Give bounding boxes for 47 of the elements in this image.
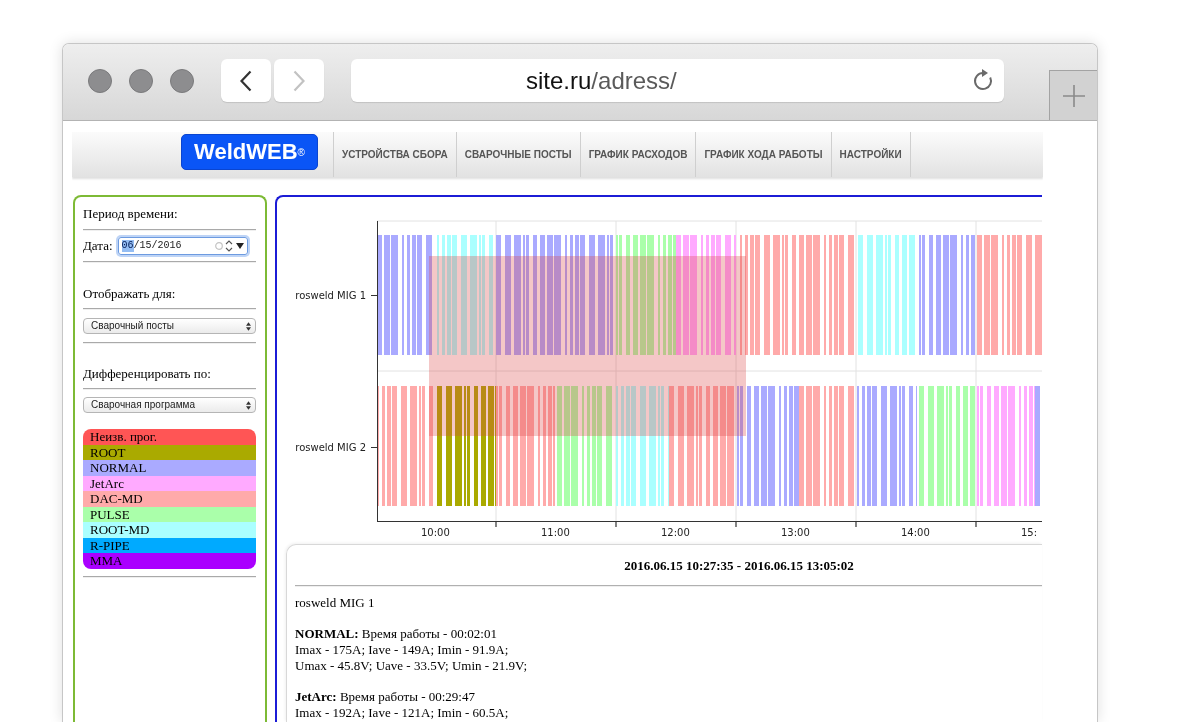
chevron-left-icon [240, 69, 252, 92]
nav-link[interactable]: НАСТРОЙКИ [831, 132, 911, 177]
legend-item: MMA [83, 553, 256, 569]
station-name: rosweld MIG 1 [295, 595, 376, 611]
row-label: rosweld MIG 1 [295, 290, 366, 301]
station-select[interactable]: Сварочный посты [83, 318, 256, 334]
interval-title: 2016.06.15 10:27:35 - 2016.06.15 13:05:02 [624, 558, 854, 573]
back-button[interactable] [221, 59, 271, 102]
section-title: Период времени: [83, 206, 179, 222]
plus-icon [1062, 84, 1085, 107]
date-segment[interactable]: /15/2016 [133, 240, 182, 252]
tick-label: 13:00 [781, 527, 810, 538]
window-button-icon[interactable] [170, 68, 194, 93]
stepper-icon[interactable] [224, 239, 233, 253]
tick-label: 11:00 [541, 527, 570, 538]
address-bar[interactable]: site.ru/adress/ [351, 59, 1004, 102]
nav-link[interactable]: ГРАФИК ХОДА РАБОТЫ [696, 132, 832, 177]
section-title: Отображать для: [83, 286, 177, 302]
legend-item: NORMAL [83, 460, 256, 476]
nav-link[interactable]: ГРАФИК РАСХОДОВ [580, 132, 697, 177]
legend-item: Неизв. прог. [83, 429, 256, 445]
reload-icon[interactable] [972, 68, 994, 93]
date-field[interactable]: 06/15/2016 [117, 237, 248, 255]
section-title: Дифференцировать по: [83, 366, 212, 382]
date-segment[interactable]: 06 [121, 240, 134, 252]
program-stats: JetArc: Время работы - 00:29:47 Imax - 192A; Iave - 121A; Imin - 60.5A; [295, 689, 510, 721]
legend-item: DAC-MD [83, 491, 256, 507]
caret-down-icon[interactable] [235, 243, 244, 249]
new-tab-button[interactable] [1049, 70, 1097, 120]
chevron-right-icon [293, 69, 305, 92]
legend-item: ROOT-MD [83, 522, 256, 538]
tick-label: 15: [1021, 527, 1038, 538]
nav-link[interactable]: УСТРОЙСТВА СБОРА [333, 132, 457, 177]
logo[interactable]: WeldWEB$^{®}$ [181, 134, 318, 170]
tick-label: 10:00 [421, 527, 450, 538]
window-button-icon[interactable] [129, 68, 153, 93]
window-button-icon[interactable] [88, 68, 112, 93]
field-label: Дата: [83, 238, 113, 254]
tick-label: 14:00 [901, 527, 930, 538]
selection-overlay[interactable] [429, 256, 746, 436]
program-select[interactable]: Сварочная программа [83, 397, 256, 413]
nav-link[interactable]: СВАРОЧНЫЕ ПОСТЫ [456, 132, 581, 177]
program-stats: NORMAL: Время работы - 00:02:01 Imax - 175A; Iave - 149A; Imin - 91.9A; Umax - 45.8V; Uave - 33.5V; Umin - 21.9V; [295, 626, 529, 674]
row-label: rosweld MIG 2 [295, 442, 366, 453]
updown-icon [246, 321, 251, 331]
updown-icon [246, 400, 251, 410]
tick-label: 12:00 [661, 527, 690, 538]
